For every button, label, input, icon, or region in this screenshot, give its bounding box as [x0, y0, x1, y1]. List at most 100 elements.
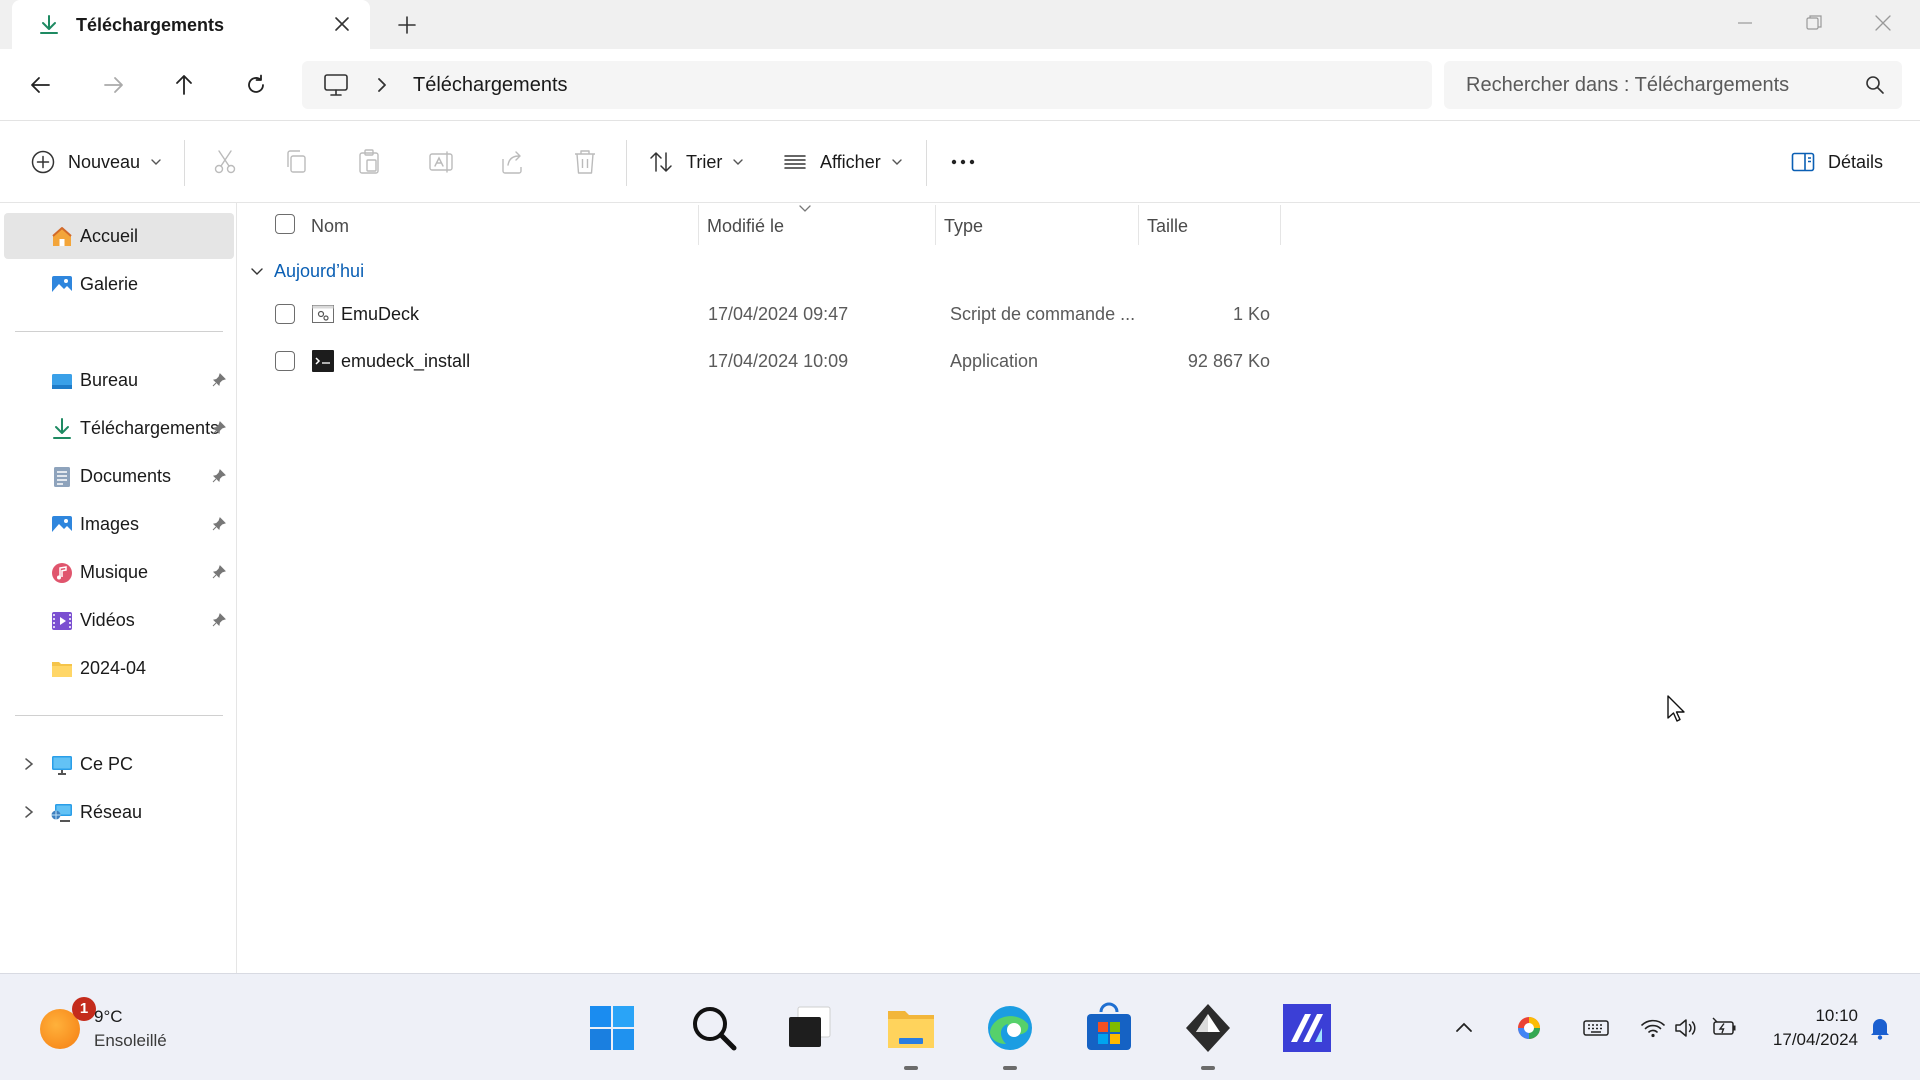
- copy-icon[interactable]: [282, 147, 312, 177]
- edge-browser-icon[interactable]: [984, 1002, 1036, 1054]
- volume-icon[interactable]: [1672, 1014, 1700, 1042]
- minimize-icon[interactable]: [1730, 10, 1760, 36]
- sidebar-item-downloads[interactable]: Téléchargements: [4, 405, 234, 451]
- column-divider[interactable]: [1280, 205, 1281, 245]
- sidebar-item-label: Bureau: [80, 370, 139, 390]
- column-label: Type: [944, 216, 984, 236]
- computer-icon[interactable]: [322, 71, 350, 99]
- more-options-icon[interactable]: [948, 147, 978, 177]
- column-header-size[interactable]: Taille: [1139, 203, 1281, 245]
- notification-bell-icon[interactable]: [1866, 1014, 1894, 1042]
- view-button[interactable]: Afficher: [782, 145, 903, 179]
- battery-charging-icon[interactable]: [1710, 1014, 1738, 1042]
- sidebar-item-gallery[interactable]: Galerie: [4, 261, 234, 307]
- column-header-type[interactable]: Type: [936, 203, 1138, 245]
- row-checkbox[interactable]: [275, 304, 295, 324]
- chevron-down-icon: [892, 159, 902, 165]
- chevron-up-icon[interactable]: [1450, 1014, 1478, 1042]
- chevron-right-icon[interactable]: [22, 804, 36, 820]
- colorful-app-tray-icon[interactable]: [1515, 1014, 1543, 1042]
- pin-icon[interactable]: [212, 517, 226, 531]
- chevron-right-icon[interactable]: [374, 75, 390, 95]
- sidebar-item-home[interactable]: Accueil: [4, 213, 234, 259]
- details-label: Détails: [1828, 151, 1884, 172]
- delete-icon[interactable]: [570, 147, 600, 177]
- file-name: EmuDeck: [341, 304, 420, 324]
- new-tab-icon[interactable]: [394, 12, 420, 38]
- search-input[interactable]: Rechercher dans : Téléchargements: [1444, 61, 1902, 109]
- group-label: Aujourd’hui: [274, 261, 365, 281]
- row-checkbox[interactable]: [275, 351, 295, 371]
- close-tab-icon[interactable]: [330, 12, 354, 36]
- file-list: Nom Modifié le Type Taille Aujourd’hui E…: [238, 203, 1920, 973]
- up-button[interactable]: [166, 67, 202, 103]
- windows-start-icon[interactable]: [586, 1002, 638, 1054]
- clock-date: 17/04/2024: [1772, 1030, 1858, 1049]
- weather-widget[interactable]: 1 9°C Ensoleillé: [38, 997, 238, 1054]
- search-icon[interactable]: [688, 1002, 740, 1054]
- app-icon[interactable]: [1281, 1002, 1333, 1054]
- details-button[interactable]: Détails: [1790, 145, 1883, 179]
- sort-button[interactable]: Trier: [648, 145, 744, 179]
- forward-button[interactable]: [95, 67, 131, 103]
- wifi-icon[interactable]: [1639, 1014, 1667, 1042]
- rename-icon[interactable]: [426, 147, 456, 177]
- table-row[interactable]: emudeck_install 17/04/2024 10:09 Applica…: [238, 338, 1278, 384]
- column-header-modified[interactable]: Modifié le: [699, 203, 935, 245]
- clock-time: 10:10: [1815, 1006, 1858, 1025]
- home-icon: [52, 227, 72, 246]
- command-bar: Nouveau Trier Afficher Détails: [0, 121, 1920, 203]
- cut-icon[interactable]: [210, 147, 240, 177]
- sidebar-item-label: Musique: [80, 562, 149, 582]
- restore-icon[interactable]: [1798, 10, 1828, 36]
- sidebar-item-documents[interactable]: Documents: [4, 453, 234, 499]
- sidebar-item-label: Documents: [80, 466, 172, 486]
- column-header-name[interactable]: Nom: [238, 203, 698, 245]
- column-label: Nom: [311, 216, 350, 236]
- close-window-icon[interactable]: [1868, 10, 1898, 36]
- back-button[interactable]: [23, 67, 59, 103]
- column-label: Modifié le: [707, 216, 785, 236]
- sidebar-item-label: Accueil: [80, 226, 139, 246]
- chevron-right-icon[interactable]: [22, 756, 36, 772]
- pin-icon[interactable]: [212, 469, 226, 483]
- arrow-left-icon: [31, 77, 50, 93]
- share-icon[interactable]: [498, 147, 528, 177]
- microsoft-store-icon[interactable]: [1083, 1002, 1135, 1054]
- weather-condition: Ensoleillé: [94, 1031, 167, 1050]
- arrow-right-icon: [104, 77, 123, 93]
- search-placeholder: Rechercher dans : Téléchargements: [1466, 74, 1790, 96]
- sidebar-item-images[interactable]: Images: [4, 501, 234, 547]
- pin-icon[interactable]: [212, 565, 226, 579]
- pin-icon[interactable]: [212, 421, 226, 435]
- sidebar-item-label: Galerie: [80, 274, 139, 294]
- keyboard-icon[interactable]: [1582, 1014, 1610, 1042]
- breadcrumb-downloads[interactable]: Téléchargements: [413, 74, 568, 97]
- view-label: Afficher: [820, 151, 881, 172]
- tab-downloads[interactable]: Téléchargements: [12, 0, 370, 49]
- notification-badge: 1: [72, 997, 96, 1021]
- system-clock[interactable]: 10:10 17/04/2024: [1748, 1004, 1858, 1052]
- download-icon: [53, 418, 71, 439]
- address-bar[interactable]: Téléchargements: [302, 61, 1432, 109]
- refresh-button[interactable]: [238, 67, 274, 103]
- new-label: Nouveau: [68, 151, 141, 172]
- sidebar-item-network[interactable]: Réseau: [4, 789, 234, 835]
- new-button[interactable]: Nouveau: [30, 145, 162, 179]
- task-view-icon[interactable]: [784, 1002, 836, 1054]
- file-name: emudeck_install: [341, 351, 471, 371]
- group-header-today[interactable]: Aujourd’hui: [250, 261, 364, 282]
- running-indicator: [1201, 1066, 1215, 1070]
- sidebar-item-desktop[interactable]: Bureau: [4, 357, 234, 403]
- paste-icon[interactable]: [354, 147, 384, 177]
- table-row[interactable]: EmuDeck 17/04/2024 09:47 Script de comma…: [238, 291, 1278, 337]
- pin-icon[interactable]: [212, 373, 226, 387]
- sidebar-item-music[interactable]: Musique: [4, 549, 234, 595]
- sidebar-item-this-pc[interactable]: Ce PC: [4, 741, 234, 787]
- running-indicator: [1003, 1066, 1017, 1070]
- sidebar-item-folder-2024-04[interactable]: 2024-04: [4, 645, 234, 691]
- pin-icon[interactable]: [212, 613, 226, 627]
- file-explorer-icon[interactable]: [885, 1002, 937, 1054]
- sidebar-item-videos[interactable]: Vidéos: [4, 597, 234, 643]
- unity-hub-icon[interactable]: [1182, 1002, 1234, 1054]
